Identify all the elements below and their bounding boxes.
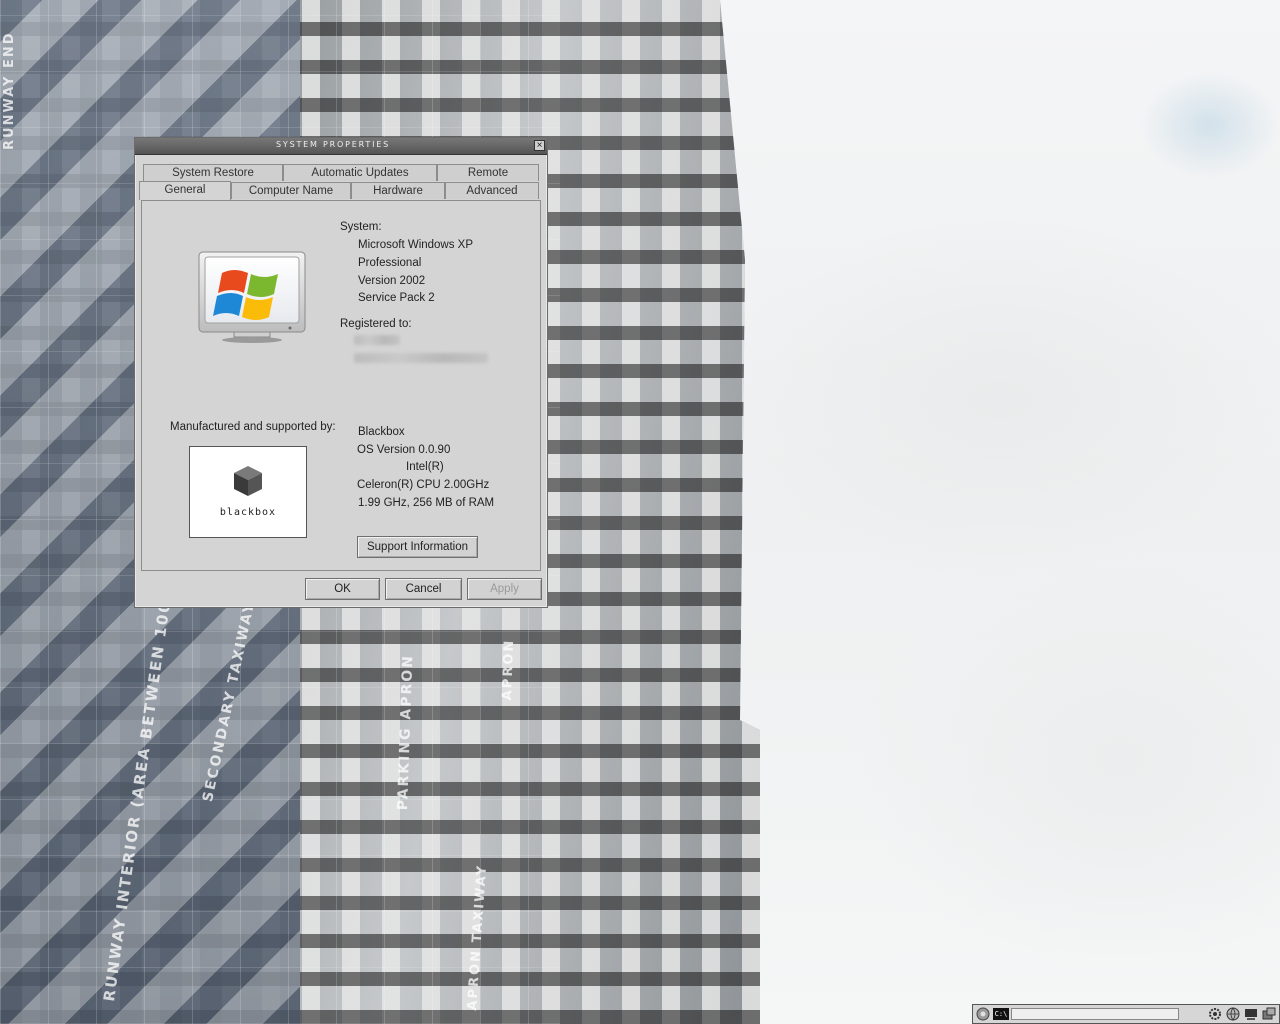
system-service-pack: Service Pack 2: [358, 292, 435, 304]
taskbar-task-area[interactable]: [1011, 1008, 1179, 1020]
cpu-vendor: Intel(R): [406, 461, 444, 473]
start-menu-icon[interactable]: [975, 1007, 991, 1021]
wallpaper-label-runway-end: RUNWAY END: [2, 31, 17, 150]
system-os-name: Microsoft Windows XP: [358, 239, 474, 251]
manufacturer-label: Manufactured and supported by:: [170, 421, 336, 433]
system-version: Version 2002: [358, 275, 426, 287]
globe-icon[interactable]: [1225, 1007, 1241, 1021]
system-label: System:: [340, 221, 382, 233]
gear-icon[interactable]: [1207, 1007, 1223, 1021]
registered-owner-redacted: [354, 335, 400, 345]
blackbox-logo: blackbox: [189, 446, 307, 538]
tab-hardware[interactable]: Hardware: [351, 182, 445, 199]
tab-system-restore[interactable]: System Restore: [143, 164, 283, 181]
support-information-button[interactable]: Support Information: [357, 536, 478, 558]
network-tray-icon[interactable]: [1261, 1007, 1277, 1021]
blackbox-logo-text: blackbox: [219, 507, 277, 518]
cpu-model: Celeron(R) CPU 2.00GHz: [357, 479, 490, 491]
os-version: OS Version 0.0.90: [357, 444, 451, 456]
dialog-titlebar[interactable]: SYSTEM PROPERTIES ×: [135, 138, 547, 155]
manufacturer-name: Blackbox: [358, 426, 405, 438]
tab-advanced[interactable]: Advanced: [445, 182, 539, 199]
system-edition: Professional: [358, 257, 422, 269]
ok-button[interactable]: OK: [305, 578, 380, 600]
tab-computer-name[interactable]: Computer Name: [231, 182, 351, 199]
cpu-speed-ram: 1.99 GHz, 256 MB of RAM: [358, 497, 495, 509]
wallpaper-smudge: [1140, 70, 1280, 180]
cancel-button[interactable]: Cancel: [385, 578, 462, 600]
apply-button[interactable]: Apply: [467, 578, 542, 600]
close-icon[interactable]: ×: [534, 140, 545, 151]
registered-to-label: Registered to:: [340, 318, 412, 330]
command-prompt-icon[interactable]: C:\: [993, 1008, 1009, 1020]
tab-remote[interactable]: Remote: [437, 164, 539, 181]
registered-key-redacted: [354, 353, 488, 363]
tab-general[interactable]: General: [139, 181, 231, 200]
dialog-title: SYSTEM PROPERTIES: [276, 140, 390, 149]
system-properties-dialog: SYSTEM PROPERTIES × System Restore Autom…: [134, 137, 548, 608]
taskbar: C:\: [972, 1004, 1280, 1024]
general-tab-panel: System: Microsoft Windows XP Professiona…: [141, 200, 541, 571]
monitor-tray-icon[interactable]: [1243, 1007, 1259, 1021]
tab-automatic-updates[interactable]: Automatic Updates: [283, 164, 437, 181]
blackbox-cube-icon: [234, 466, 262, 496]
windows-monitor-icon: [198, 251, 306, 343]
wallpaper-label-apron: APRON: [500, 638, 518, 701]
